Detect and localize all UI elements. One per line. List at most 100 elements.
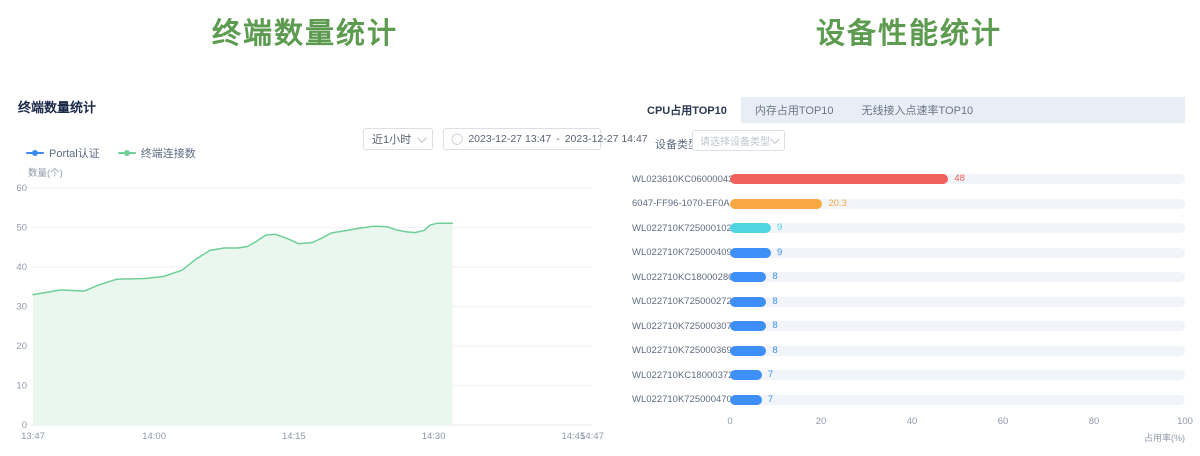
bar-fill[interactable] — [730, 199, 822, 209]
bar-row: WL022710KC180002808 — [632, 265, 1185, 290]
x-tick-label: 14:15 — [282, 431, 306, 442]
bar-row: WL022710K725000369 8 — [632, 339, 1185, 364]
legend-label-portal: Portal认证 — [49, 145, 100, 161]
chevron-down-icon — [417, 133, 427, 143]
x-tick-label: 14:30 — [422, 431, 446, 442]
bar-fill[interactable] — [730, 395, 762, 405]
bar-track: 20.3 — [730, 199, 1185, 209]
bar-track: 7 — [730, 395, 1185, 405]
bar-fill[interactable] — [730, 346, 766, 356]
bar-row: WL022710K725000307 8 — [632, 314, 1185, 339]
bar-value-label: 9 — [777, 223, 782, 233]
x-tick-label: 100 — [1177, 416, 1193, 427]
bar-category-label: WL022710KC18000372 — [632, 370, 720, 381]
bar-fill[interactable] — [730, 370, 762, 380]
bar-value-label: 48 — [954, 174, 965, 184]
clock-icon: ◯ — [451, 134, 463, 145]
bar-value-label: 7 — [768, 395, 773, 405]
bar-category-label: WL022710K725000409 — [632, 247, 720, 258]
bar-row: WL022710KC18000372 7 — [632, 363, 1185, 388]
chart-legend: Portal认证 终端连接数 — [26, 145, 196, 161]
bar-x-axis-title: 占用率(%) — [730, 431, 1185, 444]
bar-row: WL022710K725000409 9 — [632, 241, 1185, 266]
bar-row: WL022710K725000470 7 — [632, 388, 1185, 413]
bar-fill[interactable] — [730, 248, 771, 258]
x-tick-label: 80 — [1089, 416, 1100, 427]
bar-row: WL023610KC06000043 48 — [632, 167, 1185, 192]
bar-value-label: 7 — [768, 370, 773, 380]
bar-value-label: 8 — [772, 297, 777, 307]
legend-marker-portal-icon — [26, 152, 44, 154]
legend-item-portal[interactable]: Portal认证 — [26, 145, 100, 161]
legend-label-terminal-connections: 终端连接数 — [141, 145, 196, 161]
date-range-picker[interactable]: ◯﻿ 2023-12-27 13:47 - 2023-12-27 14:47 — [443, 128, 601, 150]
bar-category-label: WL022710K725000307 — [632, 321, 720, 332]
bar-category-label: 6047-FF96-1070-EF0A — [632, 198, 720, 209]
time-range-value: 近1小时 — [372, 131, 411, 147]
bar-row: 6047-FF96-1070-EF0A 20.3 — [632, 192, 1185, 217]
x-tick-label: 0 — [727, 416, 732, 427]
series-area-fill — [33, 223, 452, 425]
bar-track: 8 — [730, 297, 1185, 307]
x-tick-label: 20 — [816, 416, 827, 427]
bar-x-axis: 020406080100 — [730, 416, 1185, 428]
cpu-top10-bar-chart: WL023610KC06000043 48 6047-FF96-1070-EF0A 2… — [632, 167, 1185, 444]
bar-value-label: 9 — [777, 248, 782, 258]
bar-fill[interactable] — [730, 321, 766, 331]
y-tick-label: 50 — [16, 223, 27, 234]
bar-fill[interactable] — [730, 174, 948, 184]
performance-tabbar: CPU占用TOP10 内存占用TOP10 无线接入点速率TOP10 — [633, 97, 1185, 123]
y-tick-label: 60 — [16, 183, 27, 194]
y-tick-label: 40 — [16, 262, 27, 273]
bar-fill[interactable] — [730, 272, 766, 282]
x-tick-label: 13:47 — [21, 431, 45, 442]
legend-item-terminal-connections[interactable]: 终端连接数 — [118, 145, 196, 161]
right-page-title: 设备性能统计 — [633, 10, 1185, 52]
date-range-start: 2023-12-27 13:47 — [468, 133, 551, 145]
bar-track: 48 — [730, 174, 1185, 184]
left-page-title: 终端数量统计 — [0, 10, 610, 52]
bar-row: WL022710K725000102 9 — [632, 216, 1185, 241]
tab-memory-top10[interactable]: 内存占用TOP10 — [741, 97, 848, 123]
time-range-select[interactable]: 近1小时 — [363, 128, 433, 150]
bar-value-label: 8 — [772, 272, 777, 282]
bar-category-label: WL023610KC06000043 — [632, 174, 720, 185]
bar-track: 8 — [730, 321, 1185, 331]
bar-row: WL022710K725000272 8 — [632, 290, 1185, 315]
date-range-separator: - — [556, 133, 560, 145]
tab-wireless-ap-rate-top10[interactable]: 无线接入点速率TOP10 — [848, 97, 988, 123]
bar-track: 8 — [730, 272, 1185, 282]
bar-track: 7 — [730, 370, 1185, 380]
terminal-count-line-chart[interactable]: 010203040506013:4714:0014:1514:3014:4514… — [18, 180, 598, 450]
y-tick-label: 30 — [16, 302, 27, 313]
date-range-end: 2023-12-27 14:47 — [565, 133, 648, 145]
y-tick-label: 20 — [16, 341, 27, 352]
x-tick-label: 14:00 — [142, 431, 166, 442]
bar-rows: WL023610KC06000043 48 6047-FF96-1070-EF0A 2… — [632, 167, 1185, 412]
bar-track: 9 — [730, 223, 1185, 233]
x-tick-label: 60 — [998, 416, 1009, 427]
terminal-count-heading: 终端数量统计 — [18, 97, 96, 116]
dashboard: 终端数量统计 设备性能统计 终端数量统计 近1小时 ◯﻿ 2023-12-27 … — [0, 0, 1200, 456]
device-type-placeholder: 请选择设备类型 — [700, 133, 770, 148]
y-tick-label: 10 — [16, 381, 27, 392]
bar-track: 9 — [730, 248, 1185, 258]
y-tick-label: 0 — [22, 420, 27, 431]
bar-track: 8 — [730, 346, 1185, 356]
bar-value-label: 20.3 — [828, 199, 847, 209]
bar-value-label: 8 — [772, 346, 777, 356]
device-type-select[interactable]: 请选择设备类型 — [692, 130, 785, 151]
x-tick-label: 14:47 — [580, 431, 604, 442]
legend-marker-terminal-icon — [118, 152, 136, 154]
bar-category-label: WL022710K725000102 — [632, 223, 720, 234]
bar-category-label: WL022710K725000272 — [632, 296, 720, 307]
x-tick-label: 40 — [907, 416, 918, 427]
bar-value-label: 8 — [772, 321, 777, 331]
bar-fill[interactable] — [730, 223, 771, 233]
y-axis-title: 数量(个) — [28, 165, 63, 179]
bar-fill[interactable] — [730, 297, 766, 307]
tab-cpu-top10[interactable]: CPU占用TOP10 — [633, 97, 741, 123]
chevron-down-icon — [770, 134, 780, 144]
bar-category-label: WL022710K725000470 — [632, 394, 720, 405]
bar-category-label: WL022710K725000369 — [632, 345, 720, 356]
